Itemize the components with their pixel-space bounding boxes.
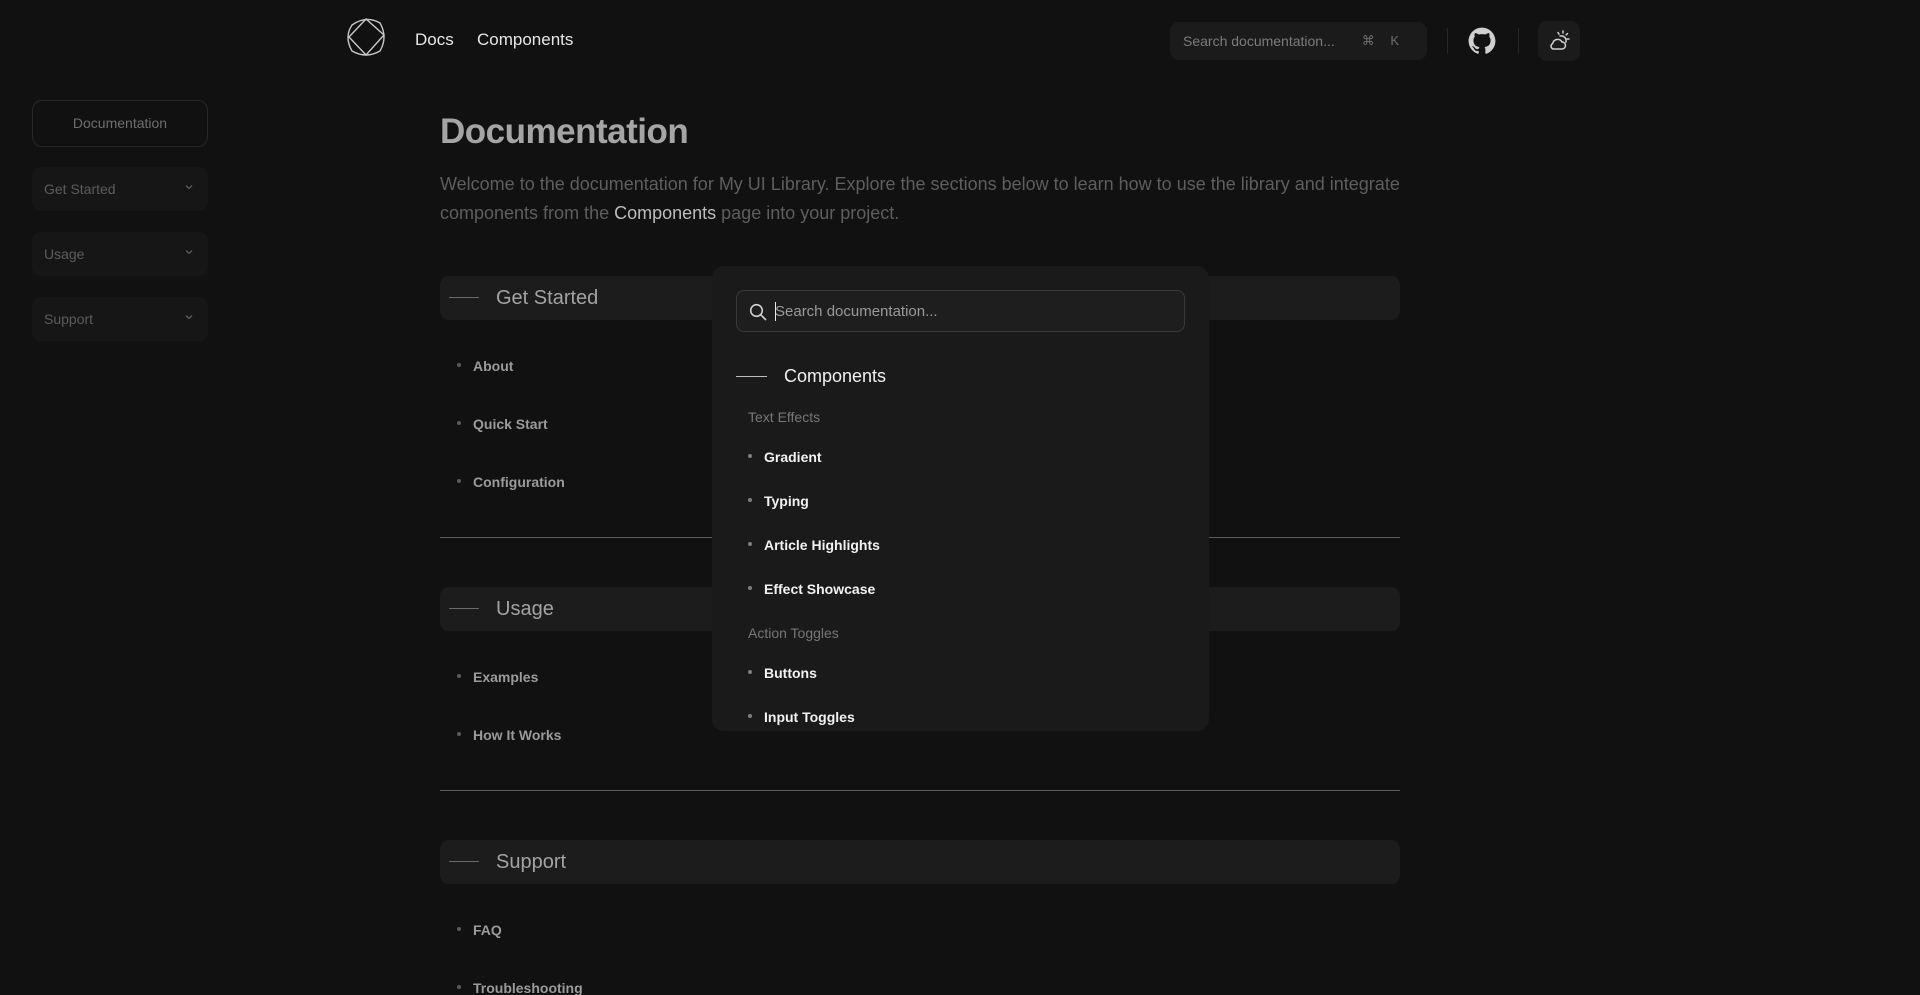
search-dialog: Components Text Effects Gradient Typing … [712, 266, 1209, 731]
dialog-search-field[interactable] [736, 290, 1185, 332]
section-link-how-it-works[interactable]: How It Works [457, 727, 561, 743]
github-icon[interactable] [1468, 27, 1496, 55]
bullet [457, 732, 461, 737]
header-search-button[interactable]: Search documentation... ⌘ K [1170, 22, 1427, 60]
section-dash [449, 861, 479, 862]
dialog-search-input[interactable] [775, 299, 1175, 323]
section-title: Support [496, 851, 567, 873]
page-title: Documentation [440, 112, 689, 151]
section-link-examples[interactable]: Examples [457, 669, 538, 685]
search-icon [749, 303, 767, 321]
theme-toggle-button[interactable] [1538, 21, 1580, 61]
result-item-article-highlights[interactable]: Article Highlights [748, 537, 880, 553]
intro-text: Welcome to the documentation for My UI L… [440, 174, 1400, 223]
intro-paragraph: Welcome to the documentation for My UI L… [440, 170, 1400, 228]
category-label-text-effects: Text Effects [748, 409, 821, 425]
top-header: Docs Components Search documentation... … [0, 0, 1920, 80]
section-link-quick-start[interactable]: Quick Start [457, 416, 548, 432]
header-search-placeholder: Search documentation... [1183, 33, 1335, 49]
section-link-label: Troubleshooting [473, 980, 583, 995]
section-divider [440, 790, 1400, 791]
result-item-effect-showcase[interactable]: Effect Showcase [748, 581, 875, 597]
header-divider [1518, 28, 1519, 54]
section-link-label: Configuration [473, 474, 565, 490]
sun-cloud-icon [1550, 30, 1570, 50]
bullet [748, 586, 752, 591]
section-link-label: Examples [473, 669, 539, 685]
result-item-label: Input Toggles [764, 709, 855, 725]
sidebar-item-label: Get Started [44, 181, 116, 197]
bullet [748, 498, 752, 503]
section-dash [449, 608, 479, 609]
sidebar-item-usage[interactable]: Usage [32, 232, 208, 276]
result-item-label: Typing [764, 493, 809, 509]
chevron-down-icon [185, 185, 193, 190]
text-caret [775, 302, 776, 321]
bullet [457, 479, 461, 484]
section-link-about[interactable]: About [457, 358, 513, 374]
section-link-label: How It Works [473, 727, 562, 743]
result-item-gradient[interactable]: Gradient [748, 449, 822, 465]
group-title: Components [784, 366, 887, 386]
nav-docs-link[interactable]: Docs [415, 30, 454, 50]
sidebar-item-label: Usage [44, 246, 85, 262]
bullet [748, 670, 752, 675]
result-item-buttons[interactable]: Buttons [748, 665, 817, 681]
bullet [457, 927, 461, 932]
chevron-down-icon [185, 315, 193, 320]
section-title: Usage [496, 598, 554, 620]
sidebar-item-get-started[interactable]: Get Started [32, 167, 208, 211]
nav-components-link[interactable]: Components [477, 30, 573, 50]
bullet [748, 542, 752, 547]
sidebar-item-label: Support [44, 311, 94, 327]
sidebar-item-support[interactable]: Support [32, 297, 208, 341]
group-dash [736, 376, 767, 377]
section-title: Get Started [496, 287, 599, 309]
components-link[interactable]: Components [614, 203, 716, 223]
bullet [457, 674, 461, 679]
result-item-typing[interactable]: Typing [748, 493, 809, 509]
result-item-label: Effect Showcase [764, 581, 876, 597]
section-link-label: FAQ [473, 922, 502, 938]
intro-text-end: page into your project. [716, 203, 900, 223]
section-link-configuration[interactable]: Configuration [457, 474, 565, 490]
section-header-support[interactable]: Support [440, 840, 1400, 884]
header-divider [1447, 28, 1448, 54]
result-item-label: Gradient [764, 449, 822, 465]
section-link-label: About [473, 358, 514, 374]
bullet [457, 985, 461, 990]
section-dash [449, 297, 479, 298]
bullet [748, 714, 752, 719]
logo-mark-icon[interactable] [344, 15, 388, 59]
result-item-label: Buttons [764, 665, 817, 681]
section-link-label: Quick Start [473, 416, 548, 432]
section-link-troubleshooting[interactable]: Troubleshooting [457, 980, 583, 995]
section-link-faq[interactable]: FAQ [457, 922, 502, 938]
result-item-label: Article Highlights [764, 537, 880, 553]
chevron-down-icon [185, 250, 193, 255]
bullet [457, 421, 461, 426]
category-label-action-toggles: Action Toggles [748, 625, 839, 641]
result-item-input-toggles[interactable]: Input Toggles [748, 709, 855, 725]
bullet [748, 454, 752, 459]
sidebar-documentation-button[interactable]: Documentation [32, 100, 208, 147]
search-shortcut-hint: ⌘ K [1361, 33, 1405, 48]
bullet [457, 363, 461, 368]
